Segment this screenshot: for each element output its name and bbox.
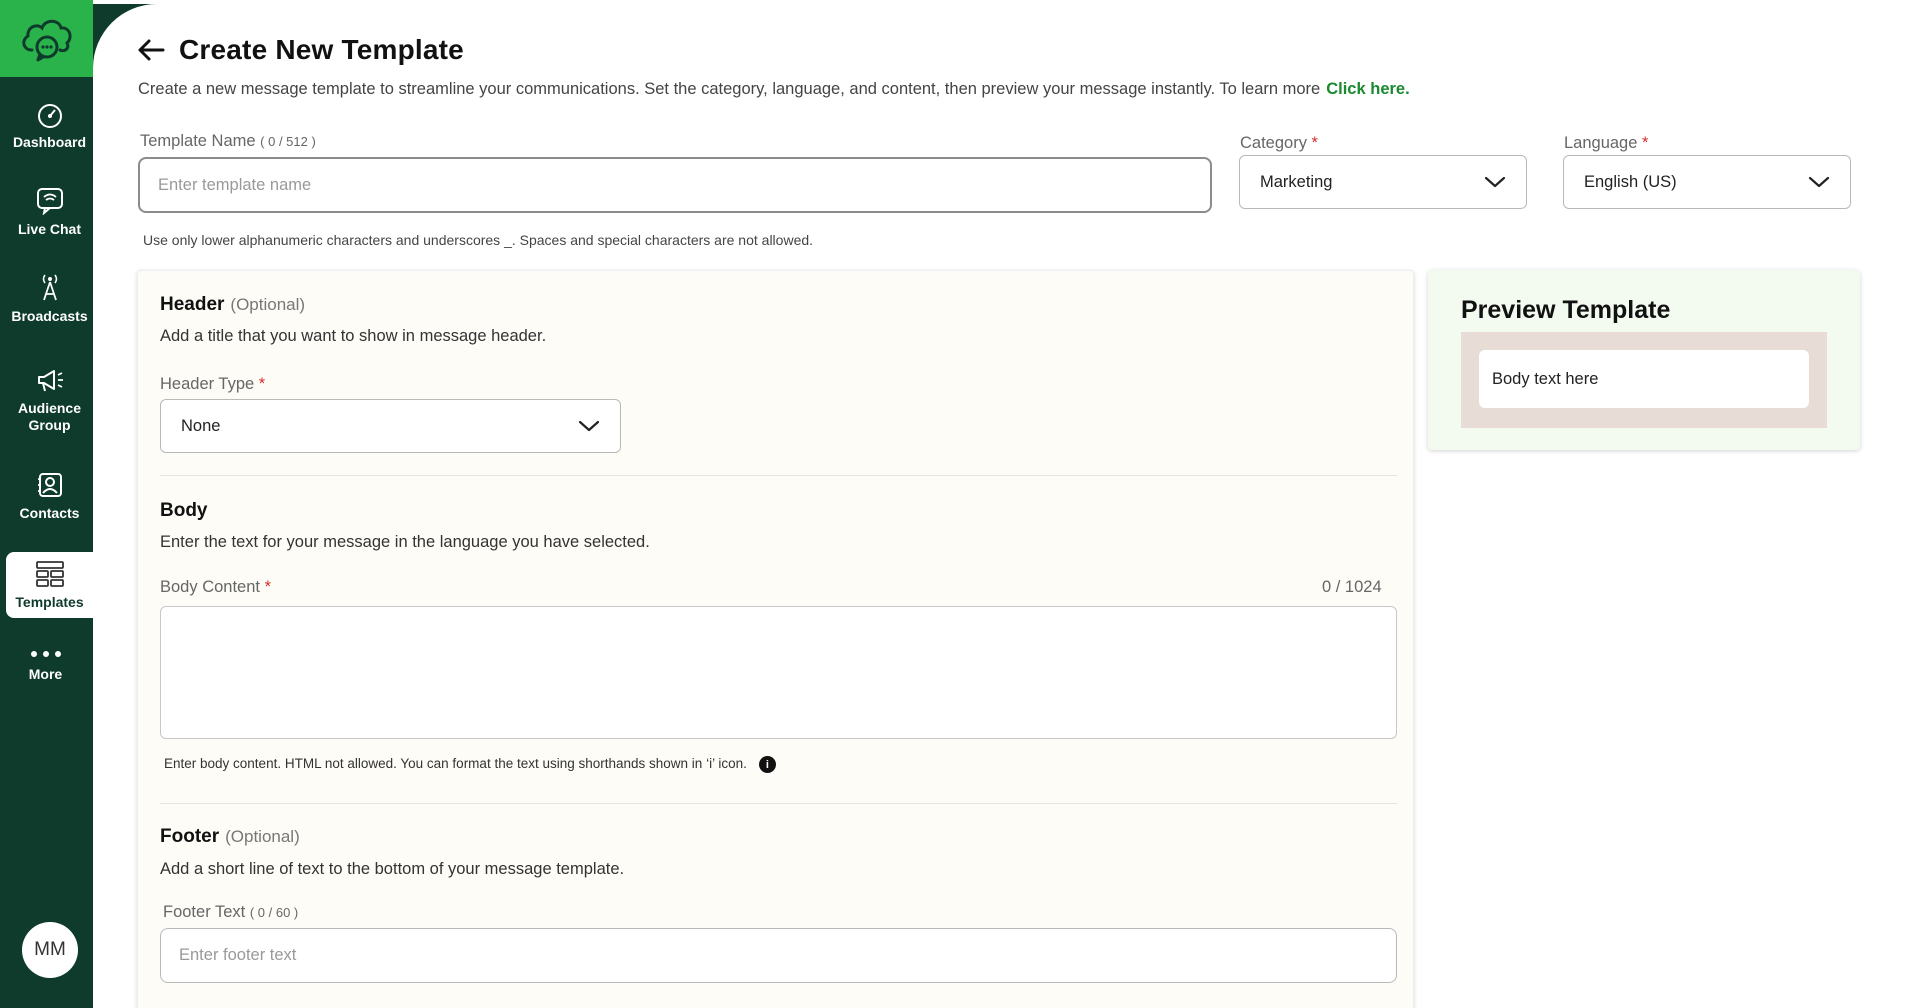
sidebar-item-more[interactable]: More <box>2 648 89 683</box>
sidebar-item-label: Templates <box>15 594 84 610</box>
body-section-description: Enter the text for your message in the l… <box>160 533 650 551</box>
preview-chat-area: Body text here <box>1461 332 1827 428</box>
footer-section-description: Add a short line of text to the bottom o… <box>160 860 625 878</box>
preview-title: Preview Template <box>1461 296 1671 324</box>
body-content-textarea[interactable] <box>160 606 1397 739</box>
template-form-card: Header (Optional) Add a title that you wa… <box>137 270 1414 1008</box>
sidebar-item-label: Contacts <box>19 505 80 521</box>
app-logo[interactable] <box>0 0 93 77</box>
required-mark: * <box>258 375 266 393</box>
learn-more-link[interactable]: Click here. <box>1326 80 1409 98</box>
contacts-icon <box>37 473 62 497</box>
section-divider <box>160 803 1397 804</box>
body-content-label: Body Content * <box>160 578 271 597</box>
optional-tag: (Optional) <box>230 295 306 314</box>
footer-text-counter: ( 0 / 60 ) <box>249 905 299 920</box>
preview-panel: Preview Template Body text here <box>1428 270 1860 450</box>
body-section-title: Body <box>160 500 208 521</box>
template-name-label-text: Template Name <box>140 132 256 150</box>
body-content-label-text: Body Content <box>160 578 260 596</box>
header-title-text: Header <box>160 294 225 315</box>
chevron-down-icon <box>1484 176 1506 188</box>
avatar[interactable]: MM <box>22 922 78 978</box>
sidebar-item-label: Dashboard <box>12 134 87 150</box>
language-label: Language * <box>1564 134 1648 153</box>
template-name-hint: Use only lower alphanumeric characters a… <box>143 232 814 248</box>
language-select[interactable]: English (US) <box>1563 155 1851 209</box>
header-type-label: Header Type * <box>160 375 265 394</box>
optional-tag: (Optional) <box>225 827 300 846</box>
sidebar-item-label: Live Chat <box>17 221 81 237</box>
category-label-text: Category <box>1240 134 1307 152</box>
sidebar-item-label: Audience Group <box>17 400 81 433</box>
footer-text-input[interactable]: Enter footer text <box>160 928 1397 983</box>
megaphone-icon <box>37 370 63 392</box>
chevron-down-icon <box>1808 176 1830 188</box>
sidebar-item-templates[interactable]: Templates <box>6 552 93 618</box>
footer-title-text: Footer <box>160 826 220 847</box>
live-chat-icon <box>36 188 63 215</box>
footer-text-placeholder: Enter footer text <box>179 946 297 964</box>
more-dots-icon <box>30 651 61 657</box>
footer-text-label-text: Footer Text <box>163 903 246 921</box>
template-name-placeholder: Enter template name <box>158 175 312 194</box>
main-content: Create New Template Create a new message… <box>93 0 1910 1008</box>
title-row: Create New Template <box>135 34 464 66</box>
required-mark: * <box>1311 134 1318 152</box>
dashboard-icon <box>37 104 62 128</box>
body-hint-text: Enter body content. HTML not allowed. Yo… <box>164 756 747 772</box>
back-button[interactable] <box>135 34 167 66</box>
category-label: Category * <box>1240 134 1318 153</box>
cloud-chat-logo-icon <box>21 19 72 61</box>
body-content-counter: 0 / 1024 <box>1322 578 1382 596</box>
sidebar: Dashboard Live Chat Broadcasts Audience … <box>0 0 93 1008</box>
footer-section-title: Footer (Optional) <box>160 826 300 848</box>
required-mark: * <box>264 578 271 596</box>
page-title: Create New Template <box>179 34 464 65</box>
sidebar-item-label: More <box>28 666 63 682</box>
category-select[interactable]: Marketing <box>1239 155 1527 209</box>
body-content-hint: Enter body content. HTML not allowed. Yo… <box>164 756 776 773</box>
category-selected-value: Marketing <box>1260 172 1333 191</box>
header-section-title: Header (Optional) <box>160 294 305 316</box>
header-section-description: Add a title that you want to show in mes… <box>160 327 547 345</box>
sidebar-item-broadcasts[interactable]: Broadcasts <box>6 272 93 325</box>
template-name-counter: ( 0 / 512 ) <box>260 134 316 149</box>
sidebar-item-live-chat[interactable]: Live Chat <box>6 187 93 238</box>
sidebar-item-dashboard[interactable]: Dashboard <box>6 102 93 151</box>
page-subtitle-text: Create a new message template to streaml… <box>138 80 1321 98</box>
required-mark: * <box>1642 134 1649 152</box>
template-name-label: Template Name ( 0 / 512 ) <box>140 132 316 151</box>
sidebar-item-label: Broadcasts <box>11 308 88 324</box>
info-icon[interactable]: i <box>758 756 776 773</box>
language-selected-value: English (US) <box>1584 172 1677 191</box>
sidebar-item-audience-group[interactable]: Audience Group <box>6 366 93 434</box>
footer-text-label: Footer Text ( 0 / 60 ) <box>163 903 298 922</box>
sidebar-item-contacts[interactable]: Contacts <box>6 471 93 522</box>
header-type-selected-value: None <box>181 416 221 435</box>
arrow-left-icon <box>138 39 165 61</box>
templates-icon <box>35 561 64 587</box>
template-name-input[interactable]: Enter template name <box>138 157 1212 213</box>
header-type-select[interactable]: None <box>160 399 621 453</box>
preview-message-bubble: Body text here <box>1479 350 1809 408</box>
page-subtitle: Create a new message template to streaml… <box>138 80 1410 99</box>
header-type-label-text: Header Type <box>160 375 255 393</box>
section-divider <box>160 475 1397 476</box>
broadcast-tower-icon <box>42 274 57 301</box>
language-label-text: Language <box>1564 134 1638 152</box>
chevron-down-icon <box>578 420 600 432</box>
